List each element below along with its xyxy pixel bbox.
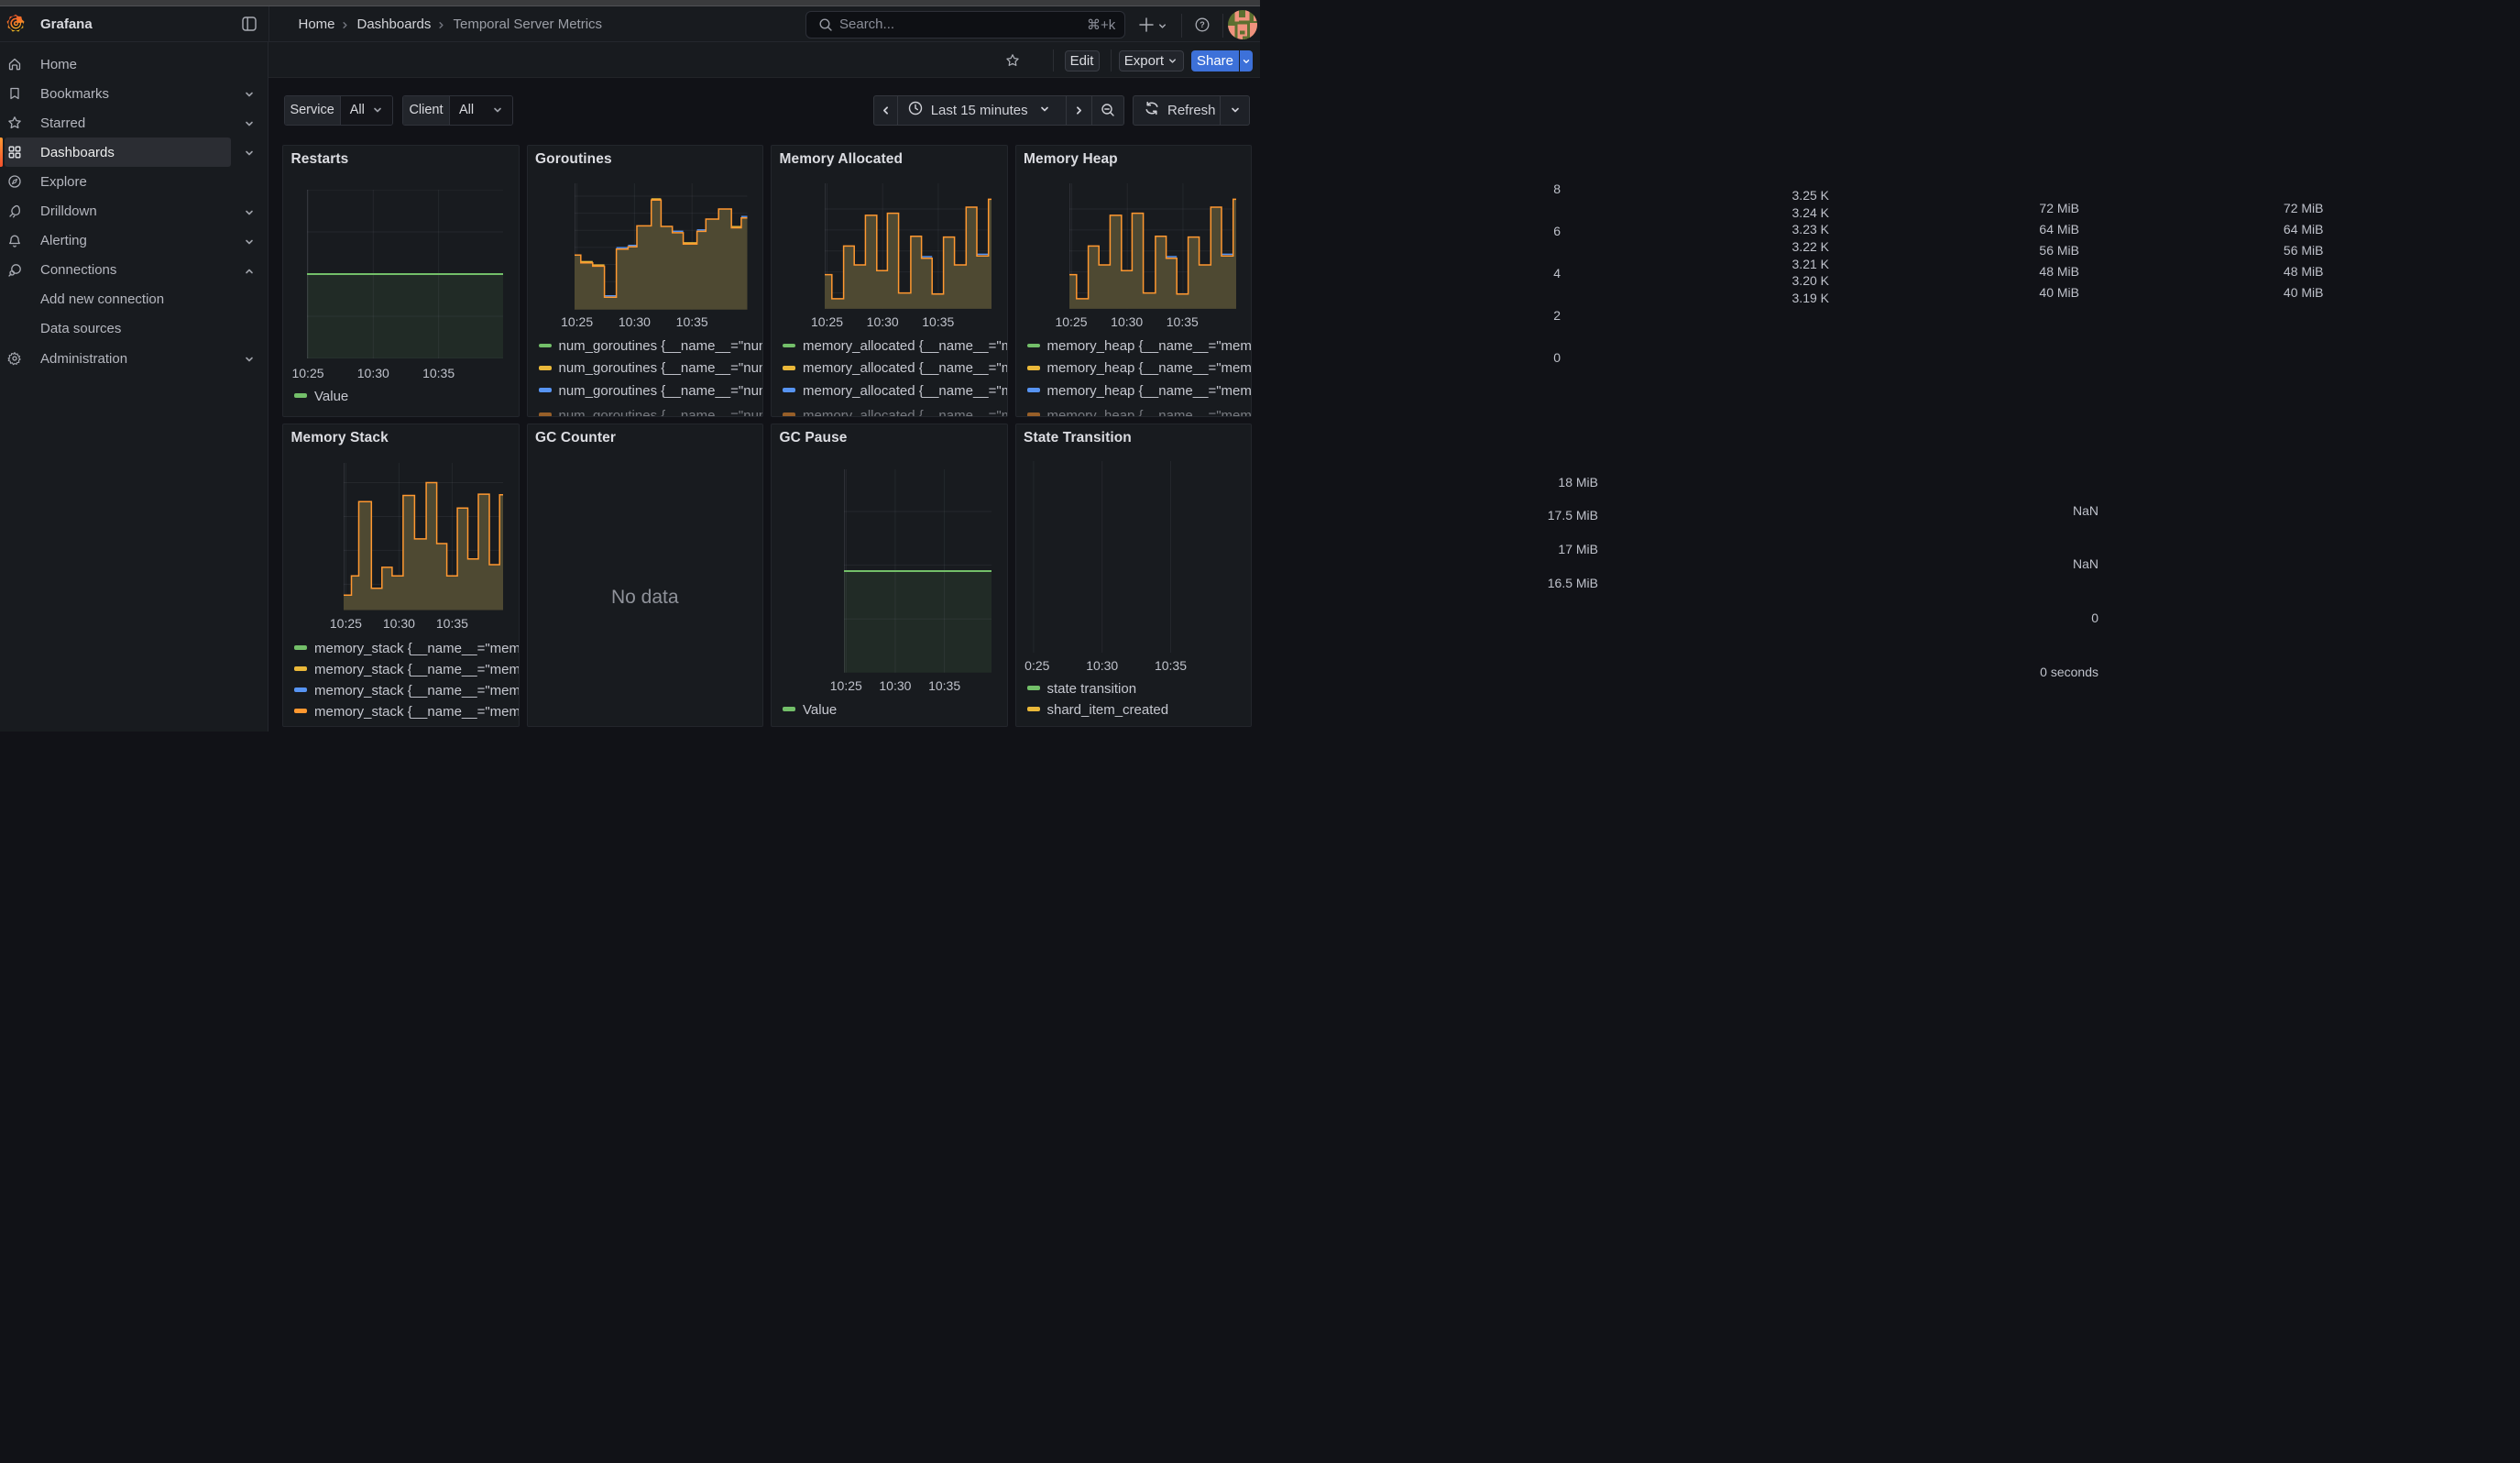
svg-text:10:30: 10:30 bbox=[1086, 658, 1118, 672]
svg-text:10:25: 10:25 bbox=[1024, 658, 1050, 672]
svg-text:10:35: 10:35 bbox=[1154, 658, 1186, 672]
svg-text:?: ? bbox=[1200, 20, 1205, 29]
